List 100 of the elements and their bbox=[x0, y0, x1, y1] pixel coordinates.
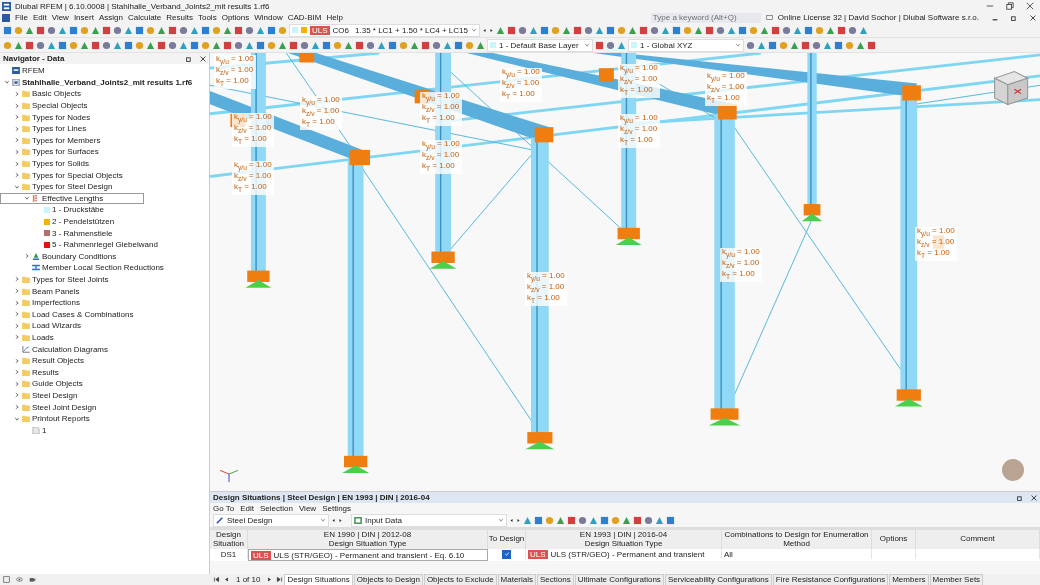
menu-item[interactable]: Calculate bbox=[127, 13, 162, 22]
tree-item[interactable]: Types for Steel Design bbox=[0, 180, 118, 193]
chevron-icon[interactable] bbox=[14, 288, 20, 295]
chevron-icon[interactable] bbox=[14, 114, 20, 121]
tree-item[interactable]: Steel Joint Design bbox=[0, 401, 102, 413]
grid-icon[interactable] bbox=[3, 576, 10, 583]
tree-item[interactable]: Load Wizards bbox=[0, 320, 86, 332]
close-icon[interactable] bbox=[1026, 2, 1034, 10]
tree-item[interactable]: Effective Lengths bbox=[0, 192, 145, 205]
tree-item[interactable]: Special Objects bbox=[0, 99, 93, 112]
menu-item[interactable]: Edit bbox=[32, 13, 47, 22]
chevron-icon[interactable] bbox=[14, 137, 20, 144]
menu-item[interactable]: File bbox=[15, 13, 28, 22]
menu-item[interactable]: Tools bbox=[197, 13, 217, 22]
close-icon[interactable] bbox=[1030, 14, 1036, 21]
menu-item[interactable]: Settings bbox=[322, 503, 352, 513]
chevron-icon[interactable] bbox=[14, 102, 20, 109]
video-icon[interactable] bbox=[29, 576, 36, 583]
menu-item[interactable]: Insert bbox=[73, 13, 94, 22]
chevron-icon[interactable] bbox=[14, 311, 20, 318]
last-page-icon[interactable] bbox=[276, 576, 284, 583]
previous-icon[interactable] bbox=[223, 576, 230, 583]
layer-dropdown[interactable]: 1 - Default Base Layer bbox=[487, 38, 593, 52]
chevron-icon[interactable] bbox=[14, 160, 20, 167]
menu-item[interactable]: View bbox=[298, 503, 317, 513]
caret-icon[interactable] bbox=[735, 42, 741, 48]
tree-item[interactable]: Load Cases & Combinations bbox=[0, 308, 139, 321]
coordinate-system-dropdown[interactable]: 1 - Global XYZ bbox=[628, 38, 744, 52]
menu-item[interactable]: Window bbox=[254, 13, 283, 22]
menu-item[interactable]: CAD-BIM bbox=[287, 13, 322, 22]
tree-item[interactable]: Types for Surfaces bbox=[0, 146, 104, 158]
tree-item[interactable]: Result Objects bbox=[0, 354, 90, 367]
avatar[interactable] bbox=[1002, 459, 1024, 481]
tree-item[interactable]: Printout Reports bbox=[0, 412, 95, 425]
chevron-icon[interactable] bbox=[14, 172, 20, 179]
float-icon[interactable] bbox=[1017, 494, 1023, 501]
close-icon[interactable] bbox=[1031, 494, 1037, 501]
tree-item[interactable]: 3 - Rahmenstiele bbox=[0, 227, 118, 239]
float-icon[interactable] bbox=[186, 55, 192, 62]
chevron-icon[interactable] bbox=[14, 357, 20, 364]
menu-item[interactable]: Selection bbox=[260, 503, 293, 513]
tree-item[interactable]: Loads bbox=[0, 331, 59, 344]
tree-item[interactable]: Basic Objects bbox=[0, 88, 86, 100]
tree-item[interactable]: 5 - Rahmenriegel Giebelwand bbox=[0, 238, 163, 251]
chevron-icon[interactable] bbox=[14, 276, 20, 283]
tree-item[interactable]: Types for Lines bbox=[0, 122, 92, 135]
load-combination-dropdown[interactable]: ULS CO6 1.35 * LC1 + 1.50 * LC4 + LC15 bbox=[289, 23, 480, 37]
search-field[interactable]: Type a keyword (Alt+Q) bbox=[650, 12, 761, 23]
tree-item[interactable]: Results bbox=[0, 366, 64, 379]
tree-item[interactable]: 1 - Druckstäbe bbox=[0, 204, 110, 216]
tree-item[interactable]: Types for Nodes bbox=[0, 111, 96, 123]
menu-item[interactable]: Edit bbox=[240, 503, 254, 513]
chevron-icon[interactable] bbox=[14, 183, 20, 190]
menu-item[interactable]: Help bbox=[326, 13, 343, 22]
tree-item[interactable]: Calculation Diagrams bbox=[0, 343, 114, 355]
tree-item[interactable]: Guide Objects bbox=[0, 378, 88, 390]
restore-icon[interactable] bbox=[1006, 2, 1014, 10]
chevron-icon[interactable] bbox=[24, 195, 30, 202]
menu-item[interactable]: Results bbox=[166, 13, 193, 22]
tree-item[interactable]: Types for Members bbox=[0, 134, 106, 147]
table-view-dropdown[interactable]: Input Data bbox=[351, 513, 507, 527]
module-dropdown[interactable]: Steel Design bbox=[213, 513, 329, 527]
caret-icon[interactable] bbox=[320, 517, 326, 523]
table-cell[interactable]: ULS (STR/GEO) - Permanent and transient - Eq. 6.10 bbox=[273, 550, 465, 560]
chevron-icon[interactable] bbox=[14, 125, 20, 132]
chevron-icon[interactable] bbox=[14, 148, 20, 155]
checkbox[interactable] bbox=[502, 549, 511, 559]
menu-item[interactable]: Go To bbox=[213, 503, 235, 513]
tree-item[interactable]: Types for Steel Joints bbox=[0, 273, 114, 286]
chevron-icon[interactable] bbox=[14, 334, 20, 341]
chevron-icon[interactable] bbox=[14, 91, 20, 97]
chevron-icon[interactable] bbox=[14, 415, 20, 422]
first-page-icon[interactable] bbox=[213, 576, 220, 583]
restore-icon[interactable] bbox=[1011, 14, 1017, 21]
chevron-icon[interactable] bbox=[14, 380, 20, 387]
tree-item[interactable]: Boundary Conditions bbox=[0, 250, 122, 263]
tree-item[interactable]: 2 - Pendelstützen bbox=[0, 215, 120, 228]
menu-item[interactable]: Options bbox=[221, 13, 250, 22]
tree-item[interactable]: Steel Design bbox=[0, 389, 83, 402]
tree-item[interactable]: Types for Solids bbox=[0, 157, 94, 170]
menu-item[interactable]: Assign bbox=[98, 13, 123, 22]
caret-icon[interactable] bbox=[498, 517, 504, 523]
tree-item[interactable]: Imperfections bbox=[0, 296, 86, 309]
menu-icon[interactable] bbox=[2, 13, 10, 22]
close-icon[interactable] bbox=[200, 55, 206, 62]
tree-item[interactable]: Member Local Section Reductions bbox=[0, 262, 169, 274]
chevron-icon[interactable] bbox=[4, 79, 10, 86]
chevron-icon[interactable] bbox=[24, 253, 30, 260]
menu-item[interactable]: View bbox=[51, 13, 69, 22]
tree-item[interactable]: Types for Special Objects bbox=[0, 169, 128, 181]
tree-item[interactable]: RFEM bbox=[0, 65, 50, 77]
caret-icon[interactable] bbox=[584, 42, 590, 48]
chevron-icon[interactable] bbox=[14, 404, 20, 410]
next-icon[interactable] bbox=[266, 576, 274, 583]
tree-item[interactable]: Beam Panels bbox=[0, 285, 85, 297]
chevron-icon[interactable] bbox=[14, 392, 20, 399]
eye-icon[interactable] bbox=[16, 576, 23, 583]
chevron-icon[interactable] bbox=[14, 322, 20, 329]
tree-item[interactable]: Stahlhalle_Verband_Joints2_mit results 1.rf6 bbox=[0, 76, 198, 89]
tree-item[interactable]: 1 bbox=[0, 424, 52, 436]
